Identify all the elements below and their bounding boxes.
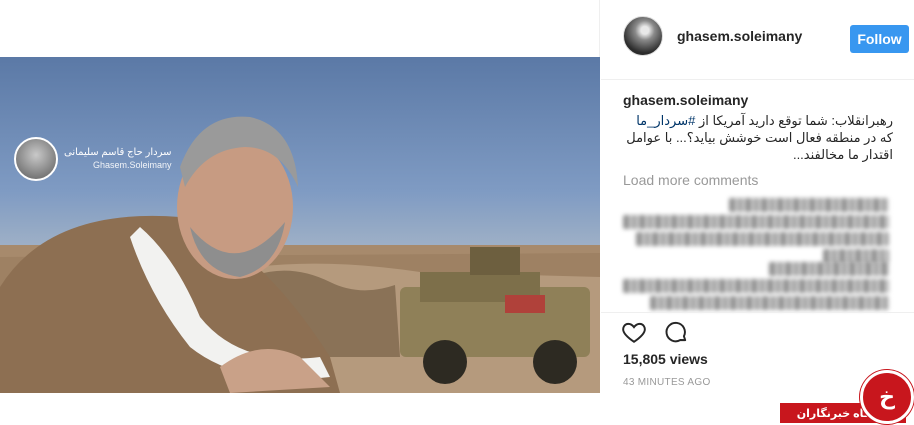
blurred-comment (623, 262, 889, 313)
watermark-line1: سردار حاج قاسم سلیمانی (64, 147, 172, 158)
caption-part2: که در منطقه فعال است خوشش بیاید؟... با ع… (626, 130, 893, 162)
views-count: 15,805 views (623, 351, 708, 367)
username-link[interactable]: ghasem.soleimany (677, 28, 802, 44)
caption-username[interactable]: ghasem.soleimany (623, 92, 893, 108)
post-sidebar: ghasem.soleimany Follow ghasem.soleimany… (601, 0, 914, 425)
blurred-comment (623, 198, 889, 266)
load-more-comments[interactable]: Load more comments (623, 172, 758, 188)
caption-part1: رهبرانقلاب: شما توقع دارید آمریکا از (695, 113, 893, 128)
post-header: ghasem.soleimany Follow (601, 0, 914, 80)
comment-icon[interactable] (663, 319, 689, 345)
watermark-text: سردار حاج قاسم سلیمانی Ghasem.Soleimany (64, 146, 172, 172)
watermark: سردار حاج قاسم سلیمانی Ghasem.Soleimany (14, 137, 172, 181)
caption-hashtag[interactable]: #سردار_ما (636, 113, 695, 128)
avatar[interactable] (623, 16, 663, 56)
instagram-post: سردار حاج قاسم سلیمانی Ghasem.Soleimany … (0, 0, 914, 425)
post-photo[interactable]: سردار حاج قاسم سلیمانی Ghasem.Soleimany (0, 57, 600, 393)
heart-icon[interactable] (621, 319, 647, 345)
watermark-logo (14, 137, 58, 181)
photo-scene (0, 116, 600, 393)
caption: ghasem.soleimany رهبرانقلاب: شما توقع دا… (623, 92, 893, 163)
post-timestamp[interactable]: 43 MINUTES AGO (623, 377, 711, 388)
post-media: سردار حاج قاسم سلیمانی Ghasem.Soleimany (0, 0, 600, 393)
site-logo-icon: خ (860, 370, 914, 424)
watermark-line2: Ghasem.Soleimany (92, 160, 172, 170)
site-logo-glyph: خ (879, 384, 895, 409)
caption-text: رهبرانقلاب: شما توقع دارید آمریکا از #سر… (623, 112, 893, 163)
follow-button[interactable]: Follow (850, 25, 909, 53)
